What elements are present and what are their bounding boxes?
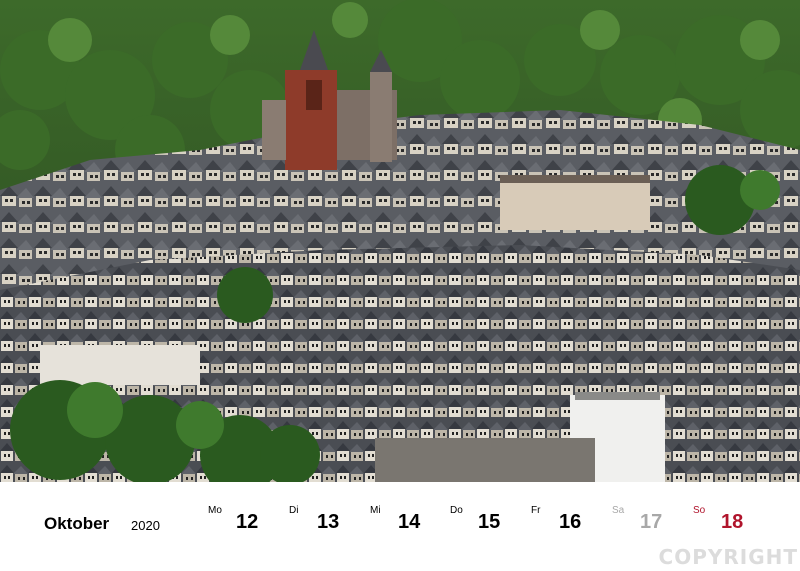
month-label: Oktober (44, 514, 110, 533)
day-number: 14 (398, 511, 421, 533)
weekday-label: Sa (612, 505, 625, 516)
day-number: 17 (640, 511, 663, 533)
day-number: 12 (236, 511, 259, 533)
weekday-label: So (693, 505, 706, 516)
weekday-label: Mi (370, 505, 381, 516)
day-number: 18 (721, 511, 744, 533)
weekday-label: Fr (531, 505, 541, 516)
weekday-label: Do (450, 505, 463, 516)
day-number: 15 (478, 511, 501, 533)
weekday-label: Di (289, 505, 299, 516)
weekday-label: Mo (208, 505, 222, 516)
day-number: 13 (317, 511, 340, 533)
day-number: 16 (559, 511, 582, 533)
copyright-watermark: COPYRIGHT (658, 545, 798, 569)
calendar-photo (0, 0, 800, 482)
year-label: 2020 (131, 518, 160, 533)
